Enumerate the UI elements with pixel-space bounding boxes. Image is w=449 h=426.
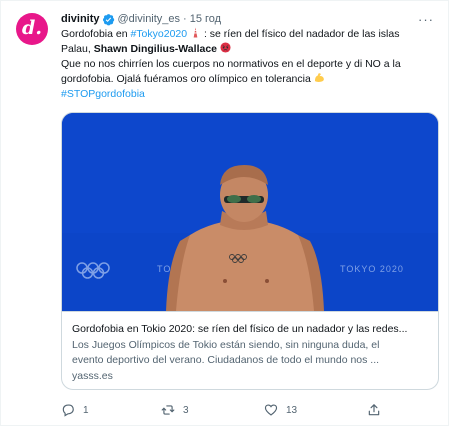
swimmer-photo: TOKYO 2020 TOKYO 2020 [62, 113, 438, 311]
reply-icon [62, 404, 74, 417]
like-button[interactable]: 13 [264, 401, 297, 419]
card-description: Los Juegos Olímpicos de Tokio están sien… [72, 338, 430, 368]
athlete-name: Shawn Dingilius-Wallace [93, 43, 218, 55]
share-icon [368, 404, 380, 416]
reply-count: 1 [83, 404, 89, 416]
reply-button[interactable]: 1 [61, 401, 89, 419]
text-segment: Gordofobia en [61, 28, 131, 40]
heart-icon [264, 404, 278, 416]
tweet-text-line-3: Que no nos chirríen los cuerpos no norma… [61, 58, 401, 70]
retweet-icon [161, 405, 175, 415]
card-domain[interactable]: yasss.es [72, 369, 430, 384]
retweet-button[interactable]: 3 [161, 401, 189, 419]
text-segment: gordofobia. Ojalá fuéramos oro olímpico … [61, 73, 311, 85]
tweet-text-line-2: Palau, Shawn Dingilius-Wallace [61, 42, 439, 57]
hashtag-link[interactable]: #Tokyo2020 [130, 28, 187, 40]
card-body[interactable]: Gordofobia en Tokio 2020: se ríen del fí… [62, 311, 438, 384]
verified-badge-icon [102, 13, 115, 26]
avatar[interactable]: d. [16, 13, 48, 45]
tweet-text-line-1: Gordofobia en #Tokyo2020 : se ríen del f… [61, 27, 439, 42]
separator-dot: · [183, 13, 187, 25]
angry-face-emoji-icon [220, 42, 231, 53]
like-count: 13 [286, 404, 298, 416]
more-options-icon[interactable]: ··· [416, 12, 434, 27]
avatar-logo-text: d. [22, 16, 42, 39]
author-handle[interactable]: @divinity_es [118, 13, 181, 25]
card-title[interactable]: Gordofobia en Tokio 2020: se ríen del fí… [72, 322, 430, 337]
card-image[interactable]: TOKYO 2020 TOKYO 2020 [62, 113, 438, 311]
image-watermark-right: TOKYO 2020 [340, 264, 404, 274]
text-segment: : se ríen del físico del nadador de las … [201, 28, 400, 40]
tokyo-tower-emoji-icon [193, 27, 198, 38]
retweet-count: 3 [183, 404, 189, 416]
tweet[interactable]: d. divinity @divinity_es · 15 год ··· Go… [0, 0, 449, 426]
author-name[interactable]: divinity [61, 13, 100, 25]
card-description-line-2: evento deportivo del verano. Ciudadanos … [72, 354, 380, 366]
tweet-time[interactable]: 15 год [190, 13, 221, 25]
card-description-line-1: Los Juegos Olímpicos de Tokio están sien… [72, 339, 380, 351]
action-bar: 1 3 13 [61, 401, 391, 419]
share-button[interactable] [367, 401, 381, 419]
tweet-text: Gordofobia en #Tokyo2020 : se ríen del f… [61, 27, 439, 102]
hashtag-link-stop[interactable]: #STOPgordofobia [61, 87, 439, 102]
tweet-header: divinity @divinity_es · 15 год ··· [61, 10, 434, 28]
link-preview-card[interactable]: TOKYO 2020 TOKYO 2020 Gordofob [61, 112, 439, 390]
tweet-text-line-4: gordofobia. Ojalá fuéramos oro olímpico … [61, 72, 439, 87]
flexed-biceps-emoji-icon [314, 73, 324, 82]
text-segment: Palau, [61, 43, 94, 55]
